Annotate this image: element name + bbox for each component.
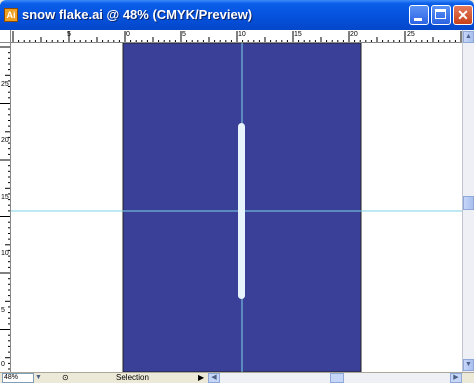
zoom-field[interactable]: 48% — [2, 373, 34, 383]
hruler-label: 10 — [238, 31, 246, 38]
maximize-button[interactable] — [431, 5, 451, 25]
vruler-label: 25 — [1, 81, 9, 88]
vruler-label: 15 — [1, 194, 9, 201]
hruler-label: 5 — [67, 31, 71, 38]
vertical-scroll-thumb[interactable] — [463, 196, 474, 210]
triangle-right-icon[interactable]: ▶ — [198, 373, 204, 383]
snowflake-stroke[interactable] — [238, 123, 245, 299]
chevron-left-icon: ◀ — [211, 374, 217, 381]
chevron-down-icon: ▼ — [465, 361, 472, 368]
document-window: Ai snow flake.ai @ 48% (CMYK/Preview) ✕ … — [0, 0, 474, 383]
vruler-label: 5 — [1, 307, 5, 314]
vertical-ruler-ticks — [0, 46, 10, 370]
window-title: snow flake.ai @ 48% (CMYK/Preview) — [22, 7, 253, 22]
scroll-down-button[interactable]: ▼ — [463, 359, 474, 371]
horizontal-ruler[interactable]: 5 0 5 10 15 20 25 — [11, 30, 462, 43]
hruler-label: 20 — [350, 31, 358, 38]
scroll-right-button[interactable]: ▶ — [450, 373, 462, 383]
minimize-button[interactable] — [409, 5, 429, 25]
chevron-down-icon[interactable]: ▼ — [35, 373, 42, 383]
close-button[interactable]: ✕ — [453, 5, 473, 25]
scroll-left-button[interactable]: ◀ — [208, 373, 220, 383]
hruler-label: 5 — [182, 31, 186, 38]
maximize-icon — [435, 9, 446, 19]
hruler-label: 0 — [126, 31, 130, 38]
chevron-up-icon: ▲ — [465, 33, 472, 40]
horizontal-scroll-thumb[interactable] — [330, 373, 344, 383]
vruler-label: 10 — [1, 250, 9, 257]
status-bar: 48% ▼ ⊙ Selection ▶ ◀ ▶ — [0, 372, 474, 383]
chevron-right-icon: ▶ — [453, 374, 459, 381]
vruler-label: 20 — [1, 137, 9, 144]
horizontal-ruler-ticks — [12, 31, 462, 42]
vertical-scrollbar[interactable]: ▲ ▼ — [462, 30, 474, 372]
scroll-up-button[interactable]: ▲ — [463, 31, 474, 43]
close-icon: ✕ — [457, 7, 469, 23]
hruler-label: 15 — [294, 31, 302, 38]
illustrator-app-icon[interactable]: Ai — [4, 8, 18, 22]
artwork-layer — [11, 43, 462, 372]
title-bar[interactable]: Ai snow flake.ai @ 48% (CMYK/Preview) ✕ — [0, 0, 474, 30]
hruler-label: 25 — [407, 31, 415, 38]
document-canvas[interactable] — [11, 43, 462, 372]
vruler-label: 0 — [1, 361, 5, 368]
status-text: Selection — [116, 373, 149, 382]
vertical-ruler[interactable]: 25 20 15 10 5 0 — [0, 43, 11, 372]
ruler-origin-corner[interactable] — [0, 30, 11, 43]
minimize-icon — [414, 18, 422, 21]
magnifier-icon: ⊙ — [62, 373, 69, 382]
